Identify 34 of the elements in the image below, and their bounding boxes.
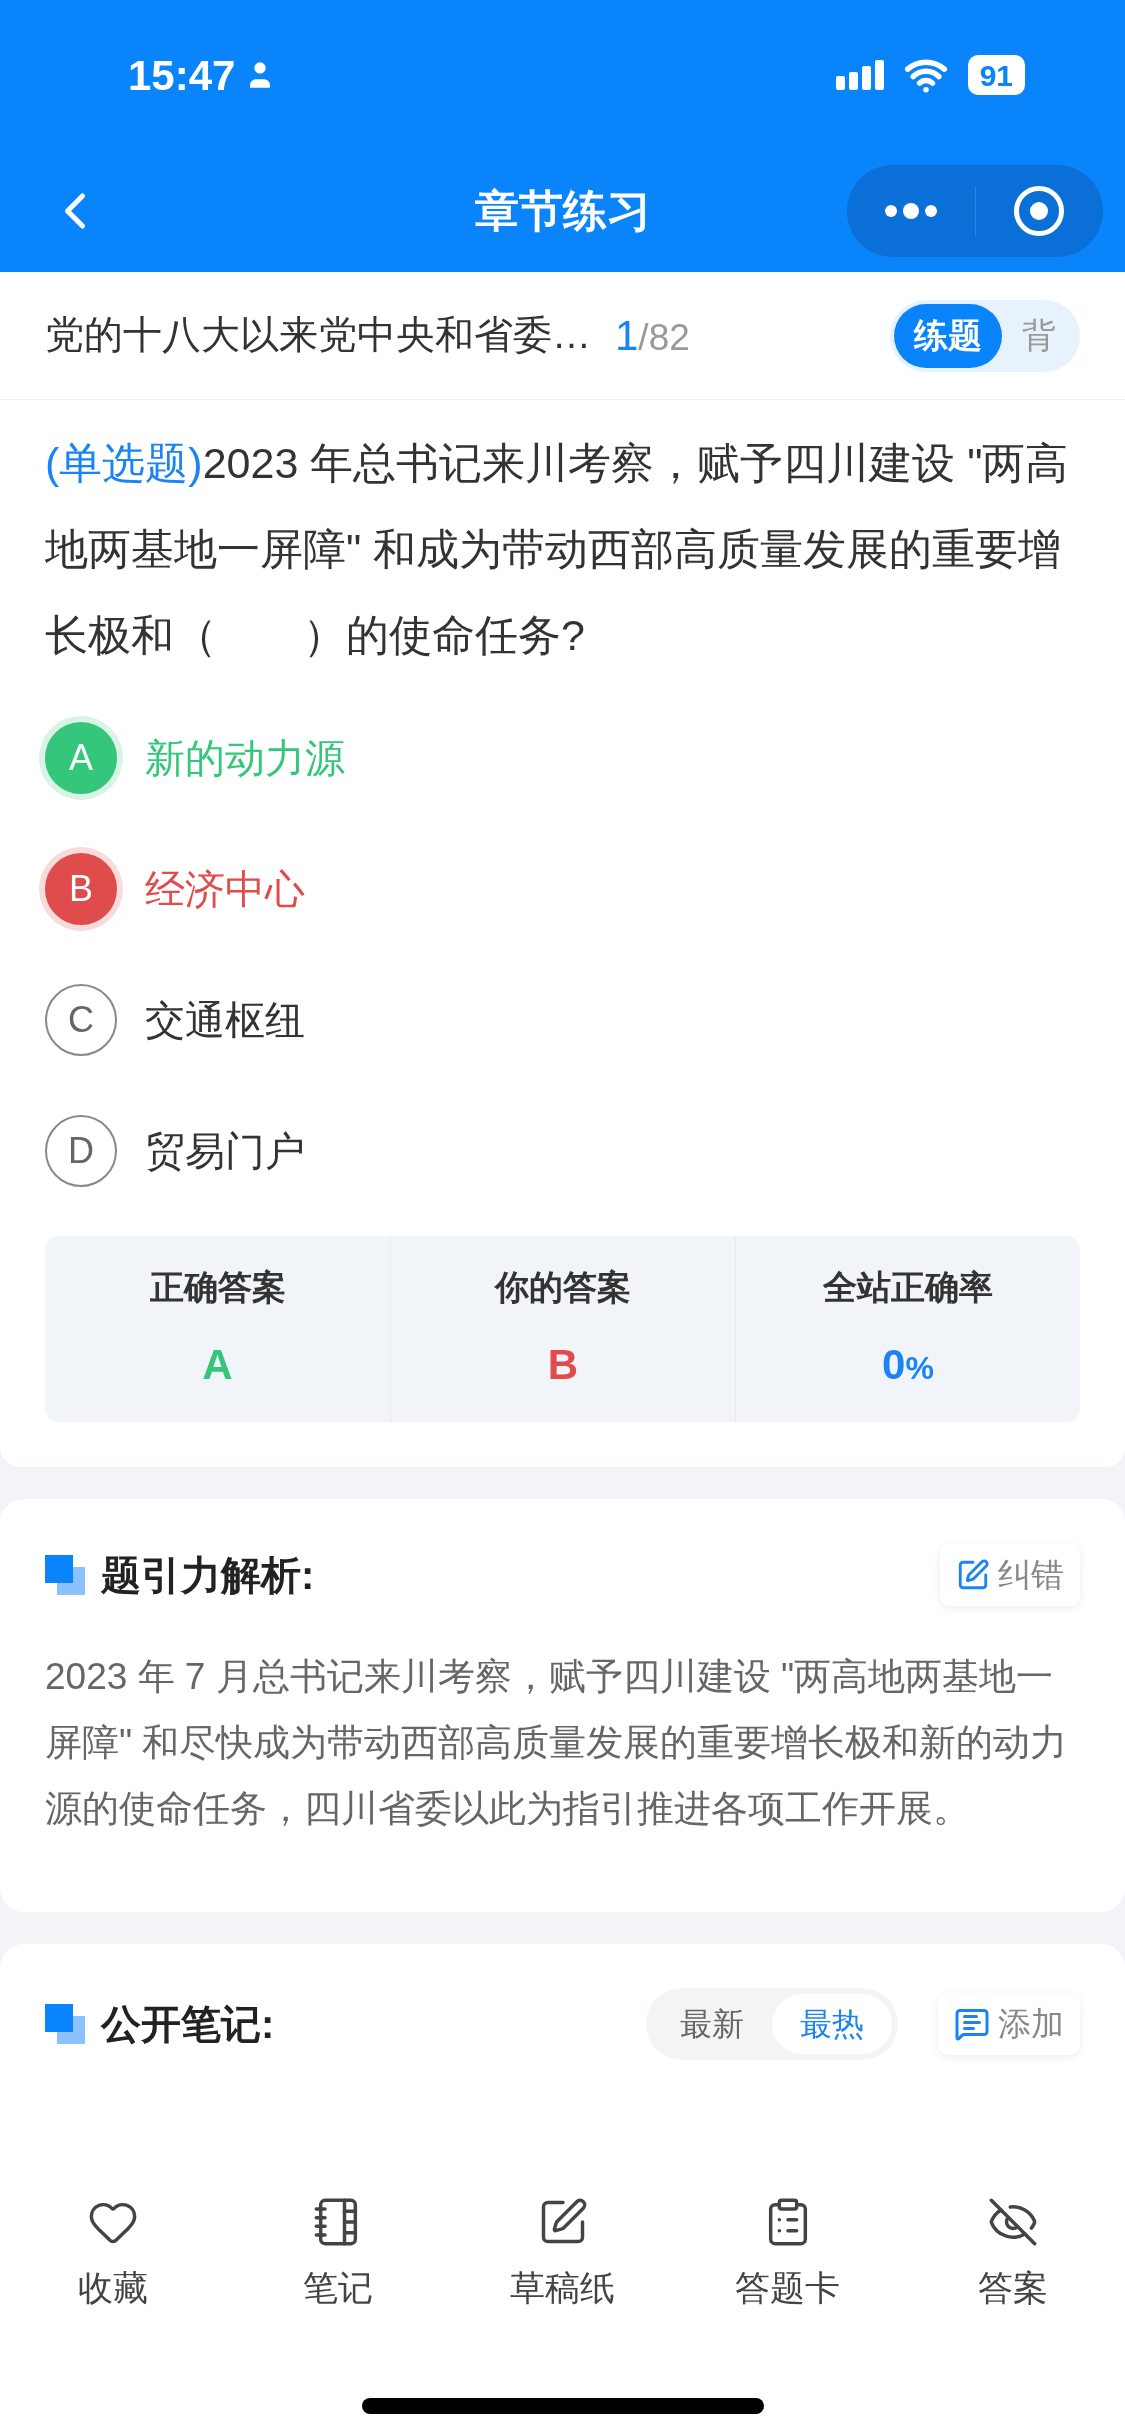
chapter-title: 党的十八大以来党中央和省委… — [45, 312, 591, 359]
signal-icon — [835, 60, 884, 90]
section-title: 公开笔记: — [101, 2001, 275, 2048]
battery-icon: 91 — [967, 55, 1025, 95]
section-icon — [45, 1555, 85, 1595]
question-counter: 1/82 — [615, 311, 690, 361]
toolbar-button[interactable]: 收藏 — [0, 2188, 225, 2323]
close-icon[interactable] — [1014, 186, 1065, 236]
section-icon — [45, 2004, 85, 2044]
stat-value: A — [202, 1340, 233, 1390]
stat-value: B — [547, 1340, 579, 1390]
status-time: 15:47 — [128, 50, 236, 101]
toolbar-button[interactable]: 笔记 — [225, 2188, 450, 2323]
analysis-text: 2023 年 7 月总书记来川考察，赋予四川建设 "两高地两基地一屏障" 和尽快成为带动西部高质量发展的重要增长极和新的动力源的使命任务，四川省委以此为指引推进各项工作开展。 — [45, 1655, 1069, 1831]
report-error-button[interactable]: 纠错 — [940, 1544, 1080, 1606]
sort-tab[interactable]: 最新 — [652, 1994, 772, 2054]
section-title: 题引力解析: — [101, 1552, 315, 1599]
question-text: (单选题)2023 年总书记来川考察，赋予四川建设 "两高地两基地一屏障" 和成为带动西部高质量发展的重要增长极和（ ）的使命任务? — [45, 438, 1070, 661]
answer-option[interactable]: C 交通枢纽 — [45, 954, 1080, 1085]
toolbar-button[interactable]: 答案 — [900, 2188, 1125, 2323]
add-note-button[interactable]: 添加 — [938, 1993, 1080, 2055]
message-icon — [954, 2006, 990, 2042]
stat-value: 0% — [882, 1340, 934, 1390]
edit-icon — [956, 1558, 990, 1592]
stat-label: 全站正确率 — [823, 1267, 993, 1308]
page-title: 章节练习 — [474, 185, 651, 237]
toolbar-button[interactable]: 答题卡 — [675, 2188, 900, 2323]
answer-option[interactable]: D 贸易门户 — [45, 1085, 1080, 1216]
mode-tab[interactable]: 练题 — [894, 303, 1002, 368]
stat-label: 你的答案 — [495, 1267, 631, 1308]
answer-option[interactable]: B 经济中心 — [45, 823, 1080, 954]
sort-tab[interactable]: 最热 — [772, 1994, 892, 2054]
toolbar-button[interactable]: 草稿纸 — [450, 2188, 675, 2323]
stat-label: 正确答案 — [149, 1267, 286, 1308]
